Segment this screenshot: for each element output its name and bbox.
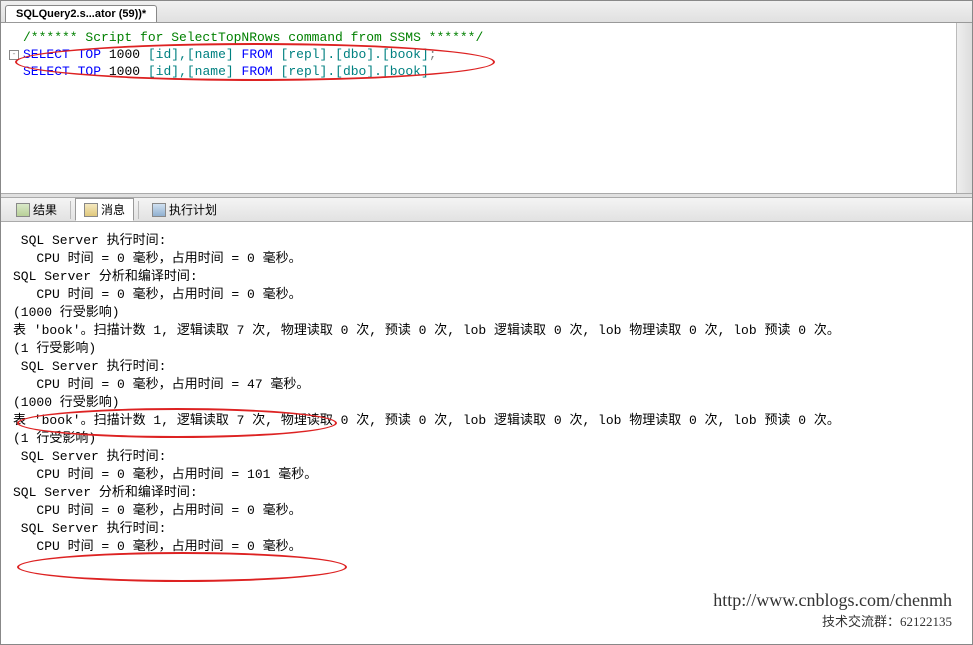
sql-columns: [id],[name]: [148, 46, 234, 63]
msg-line: SQL Server 执行时间:: [13, 232, 960, 250]
msg-line: CPU 时间 = 0 毫秒，占用时间 = 0 毫秒。: [13, 538, 960, 556]
watermark: http://www.cnblogs.com/chenmh 技术交流群：6212…: [713, 590, 952, 630]
tab-results[interactable]: 结果: [7, 198, 66, 221]
msg-line: (1 行受影响): [13, 340, 960, 358]
sql-file-tab[interactable]: SQLQuery2.s...ator (59))*: [5, 5, 157, 22]
msg-line: SQL Server 分析和编译时间:: [13, 268, 960, 286]
watermark-qq: 技术交流群：62122135: [713, 611, 952, 630]
sql-number: 1000: [109, 63, 140, 80]
editor-tab-bar: SQLQuery2.s...ator (59))*: [1, 1, 972, 23]
tab-messages[interactable]: 消息: [75, 198, 134, 221]
msg-line: 表 'book'。扫描计数 1, 逻辑读取 7 次, 物理读取 0 次, 预读 …: [13, 412, 960, 430]
annotation-oval-101ms: [17, 552, 347, 582]
message-icon: [84, 203, 98, 217]
msg-line: CPU 时间 = 0 毫秒，占用时间 = 0 毫秒。: [13, 286, 960, 304]
editor-scrollbar[interactable]: [956, 23, 972, 193]
msg-line: CPU 时间 = 0 毫秒，占用时间 = 0 毫秒。: [13, 250, 960, 268]
msg-line: CPU 时间 = 0 毫秒，占用时间 = 101 毫秒。: [13, 466, 960, 484]
msg-line: (1000 行受影响): [13, 304, 960, 322]
msg-line: (1 行受影响): [13, 430, 960, 448]
sql-editor[interactable]: /****** Script for SelectTopNRows comman…: [1, 23, 972, 193]
msg-line: CPU 时间 = 0 毫秒，占用时间 = 0 毫秒。: [13, 502, 960, 520]
kw-top: TOP: [78, 63, 101, 80]
sql-comment: /****** Script for SelectTopNRows comman…: [23, 29, 483, 46]
kw-from: FROM: [242, 63, 273, 80]
kw-from: FROM: [242, 46, 273, 63]
kw-select: SELECT: [23, 63, 70, 80]
fold-minus-icon[interactable]: -: [9, 50, 19, 60]
sql-columns: [id],[name]: [148, 63, 234, 80]
grid-icon: [16, 203, 30, 217]
tab-separator: [70, 201, 71, 219]
msg-line: SQL Server 执行时间:: [13, 448, 960, 466]
sql-semicolon: ;: [429, 46, 437, 63]
kw-top: TOP: [78, 46, 101, 63]
kw-select: SELECT: [23, 46, 70, 63]
msg-line: SQL Server 执行时间:: [13, 358, 960, 376]
plan-icon: [152, 203, 166, 217]
results-panel-tabs: 结果 消息 执行计划: [1, 198, 972, 222]
messages-pane[interactable]: SQL Server 执行时间: CPU 时间 = 0 毫秒，占用时间 = 0 …: [1, 222, 972, 642]
msg-line: SQL Server 分析和编译时间:: [13, 484, 960, 502]
watermark-url: http://www.cnblogs.com/chenmh: [713, 590, 952, 611]
sql-table: [repl].[dbo].[book]: [281, 63, 429, 80]
sql-table: [repl].[dbo].[book]: [281, 46, 429, 63]
tab-execution-plan[interactable]: 执行计划: [143, 198, 226, 221]
tab-separator: [138, 201, 139, 219]
sql-number: 1000: [109, 46, 140, 63]
tab-results-label: 结果: [33, 201, 57, 218]
tab-plan-label: 执行计划: [169, 201, 217, 218]
msg-line: (1000 行受影响): [13, 394, 960, 412]
msg-line: 表 'book'。扫描计数 1, 逻辑读取 7 次, 物理读取 0 次, 预读 …: [13, 322, 960, 340]
msg-line: SQL Server 执行时间:: [13, 520, 960, 538]
msg-line: CPU 时间 = 0 毫秒，占用时间 = 47 毫秒。: [13, 376, 960, 394]
tab-messages-label: 消息: [101, 201, 125, 218]
